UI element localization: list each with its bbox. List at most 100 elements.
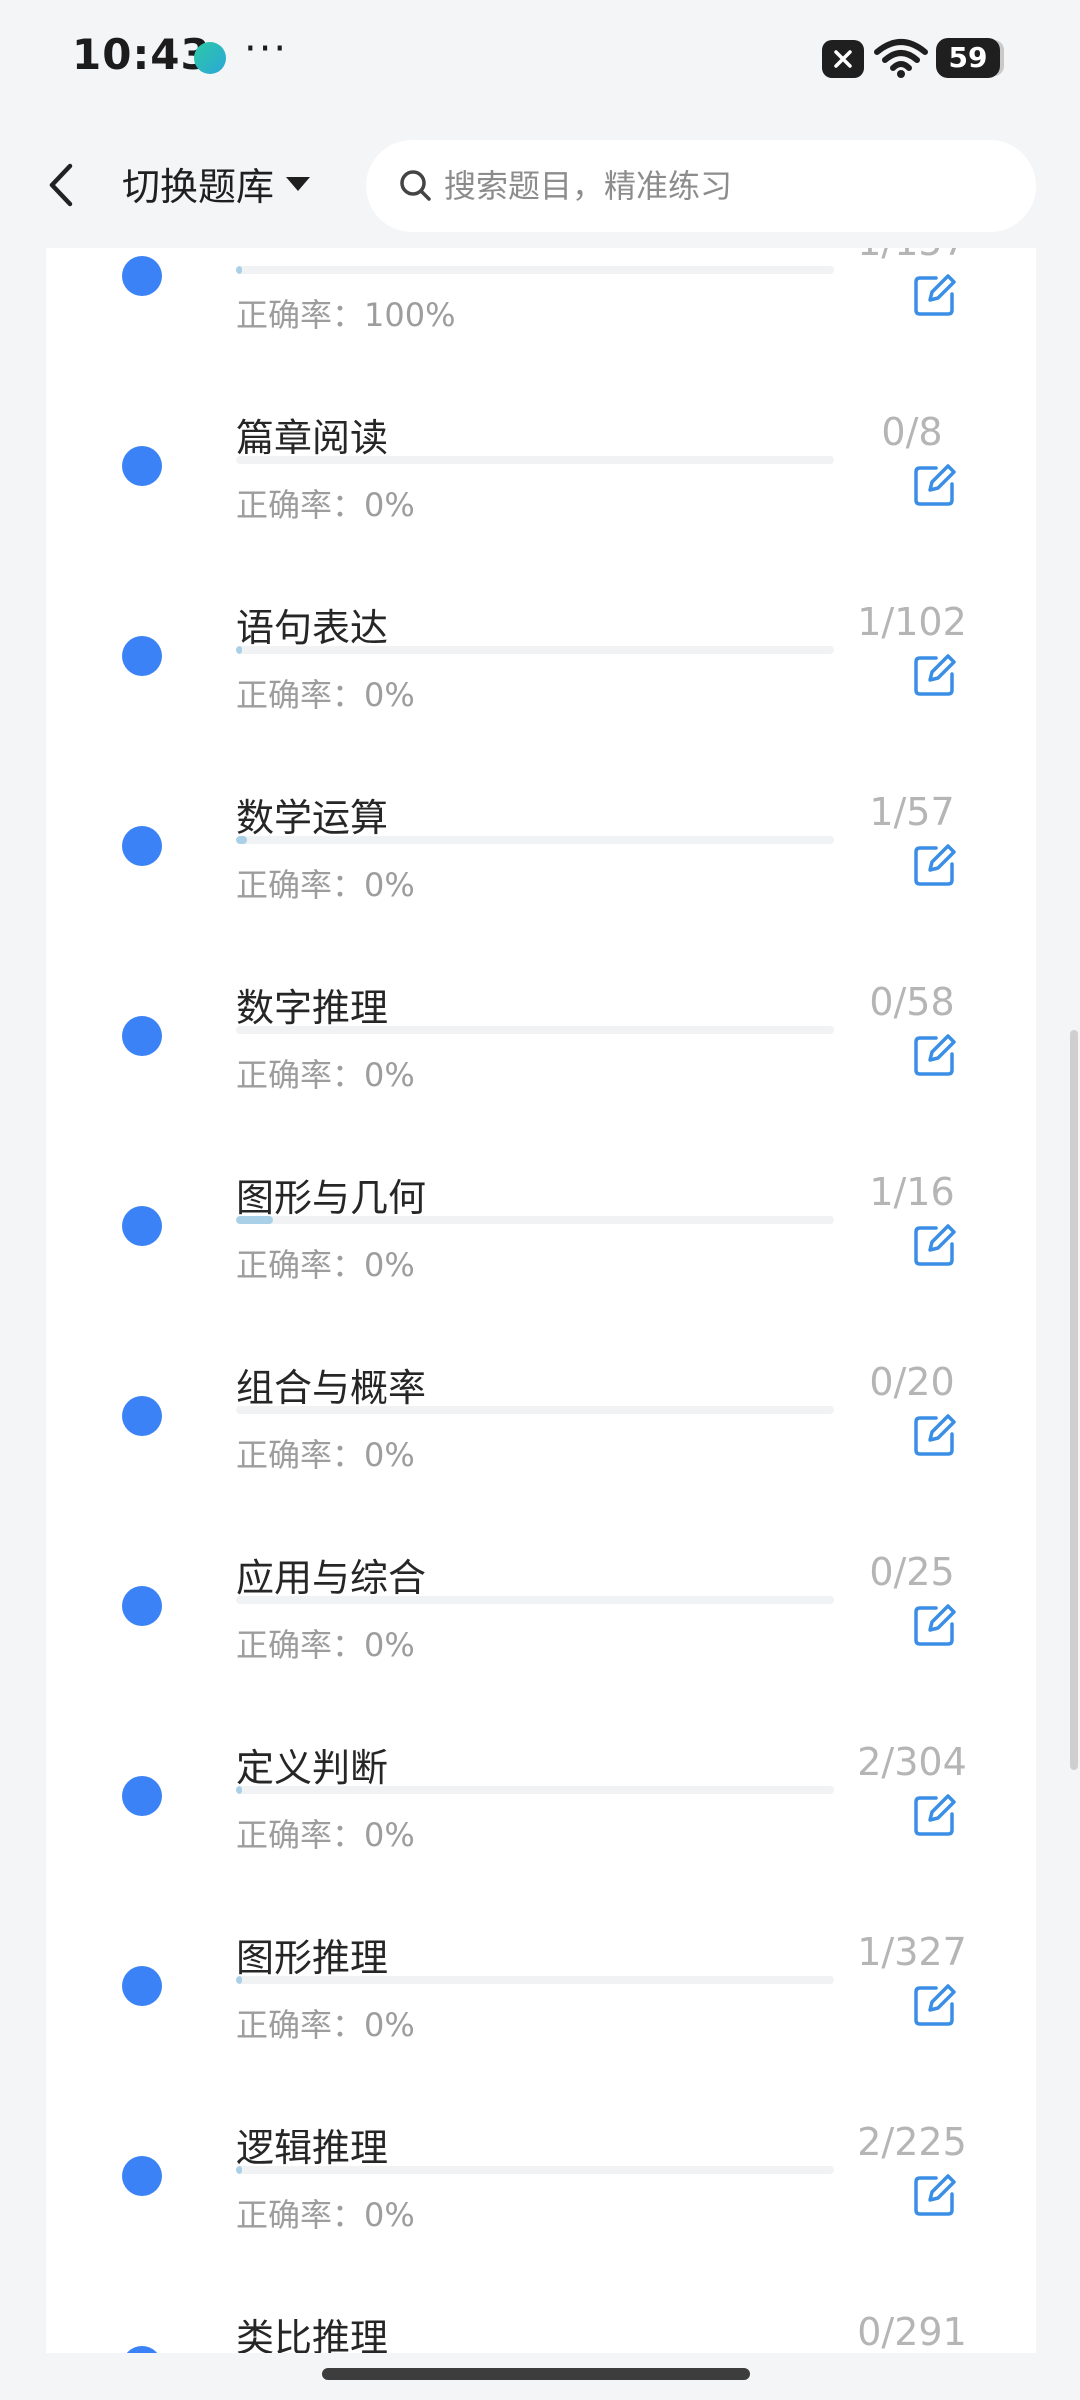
caret-down-icon (286, 176, 311, 191)
progress-count: 0/8 (881, 410, 943, 454)
progress-track (236, 2166, 834, 2174)
item-title: 数学运算 (236, 796, 389, 840)
edit-practice-icon[interactable] (912, 1032, 958, 1078)
accuracy-text: 正确率：0% (236, 866, 415, 904)
status-dot (122, 1776, 162, 1816)
category-list: 正确率：100%1/157篇章阅读正确率：0%0/8语句表达正确率：0%1/10… (46, 248, 1036, 2353)
progress-count: 1/57 (869, 790, 955, 834)
list-item[interactable]: 图形推理正确率：0% 1/327 (46, 1930, 1036, 2138)
progress-track (236, 1976, 834, 1984)
list-item[interactable]: 数字推理正确率：0% 0/58 (46, 980, 1036, 1188)
edit-practice-icon[interactable] (912, 842, 958, 888)
accuracy-text: 正确率：0% (236, 2196, 415, 2234)
item-title: 图形推理 (236, 1936, 389, 1980)
no-sim-icon (822, 40, 864, 78)
progress-fill (236, 646, 242, 654)
search-box[interactable] (366, 140, 1036, 232)
search-input[interactable] (442, 166, 1006, 206)
progress-fill (236, 1216, 274, 1224)
progress-count: 1/157 (832, 248, 992, 264)
status-time: 10:43 (72, 30, 211, 79)
app-notification-icon (194, 42, 226, 74)
gesture-nav-bar[interactable] (322, 2368, 750, 2380)
switch-bank-button[interactable]: 切换题库 (122, 156, 312, 211)
progress-fill (236, 2166, 242, 2174)
accuracy-text: 正确率：0% (236, 1816, 415, 1854)
progress-track (236, 1406, 834, 1414)
progress-fill (236, 266, 242, 274)
accuracy-text: 正确率：0% (236, 1056, 415, 1094)
progress-count: 0/291 (857, 2310, 967, 2353)
status-dot (122, 2346, 162, 2353)
back-icon[interactable] (44, 160, 80, 214)
status-dot (122, 2156, 162, 2196)
accuracy-text: 正确率：100% (236, 296, 456, 334)
list-item[interactable]: 逻辑推理 正确率：0% 2/225 (46, 2120, 1036, 2328)
progress-track (236, 1216, 834, 1224)
progress-count: 0/58 (869, 980, 955, 1024)
list-item[interactable]: 类比推理 0/291 (46, 2310, 1036, 2353)
progress-count: 0/25 (869, 1550, 955, 1594)
edit-practice-icon[interactable] (912, 2172, 958, 2218)
accuracy-text: 正确率：0% (236, 1436, 415, 1474)
progress-count: 1/102 (857, 600, 967, 644)
progress-track (236, 646, 834, 654)
edit-practice-icon[interactable] (912, 1982, 958, 2028)
item-title: 语句表达 (236, 606, 389, 650)
status-dot (122, 1016, 162, 1056)
progress-fill (236, 836, 247, 844)
list-item[interactable]: 定义判断正确率：0% 2/304 (46, 1740, 1036, 1948)
item-title: 数字推理 (236, 986, 389, 1030)
accuracy-text: 正确率：0% (236, 1626, 415, 1664)
more-notifications-icon: ··· (244, 26, 289, 72)
status-dot (122, 446, 162, 486)
accuracy-text: 正确率：0% (236, 1246, 415, 1284)
switch-bank-label: 切换题库 (122, 165, 275, 209)
progress-track (236, 1026, 834, 1034)
status-dot (122, 636, 162, 676)
item-title: 应用与综合 (236, 1556, 427, 1600)
edit-practice-icon[interactable] (912, 1412, 958, 1458)
progress-track (236, 266, 834, 274)
edit-practice-icon[interactable] (912, 272, 958, 318)
status-bar: 10:43 ··· 59 (0, 0, 1080, 120)
item-title: 定义判断 (236, 1746, 389, 1790)
edit-practice-icon[interactable] (912, 1222, 958, 1268)
status-dot (122, 1206, 162, 1246)
status-dot (122, 826, 162, 866)
edit-practice-icon[interactable] (912, 1602, 958, 1648)
progress-count: 1/327 (857, 1930, 967, 1974)
item-title: 组合与概率 (236, 1366, 427, 1410)
status-dot (122, 256, 162, 296)
status-dot (122, 1396, 162, 1436)
progress-track (236, 456, 834, 464)
edit-practice-icon[interactable] (912, 462, 958, 508)
progress-count: 1/16 (869, 1170, 955, 1214)
status-dot (122, 1586, 162, 1626)
search-icon (400, 170, 431, 201)
item-title: 类比推理 (236, 2316, 389, 2353)
item-title: 图形与几何 (236, 1176, 427, 1220)
accuracy-text: 正确率：0% (236, 486, 415, 524)
progress-count: 2/304 (857, 1740, 967, 1784)
edit-practice-icon[interactable] (912, 1792, 958, 1838)
status-dot (122, 1966, 162, 2006)
list-item[interactable]: 图形与几何正确率：0% 1/16 (46, 1170, 1036, 1378)
item-title: 篇章阅读 (236, 416, 389, 460)
progress-fill (236, 1786, 242, 1794)
list-item[interactable]: 应用与综合正确率：0% 0/25 (46, 1550, 1036, 1758)
header: 切换题库 (0, 120, 1080, 252)
accuracy-text: 正确率：0% (236, 2006, 415, 2044)
accuracy-text: 正确率：0% (236, 676, 415, 714)
progress-count: 0/20 (869, 1360, 955, 1404)
scrollbar[interactable] (1070, 1030, 1078, 1770)
list-item[interactable]: 数学运算正确率：0% 1/57 (46, 790, 1036, 998)
list-item[interactable]: 正确率：100% 1/157 (46, 248, 1036, 428)
list-item[interactable]: 语句表达正确率：0% 1/102 (46, 600, 1036, 808)
progress-track (236, 1596, 834, 1604)
progress-track (236, 836, 834, 844)
edit-practice-icon[interactable] (912, 652, 958, 698)
list-item[interactable]: 组合与概率正确率：0% 0/20 (46, 1360, 1036, 1568)
list-item[interactable]: 篇章阅读正确率：0% 0/8 (46, 410, 1036, 618)
wifi-icon (874, 38, 928, 82)
